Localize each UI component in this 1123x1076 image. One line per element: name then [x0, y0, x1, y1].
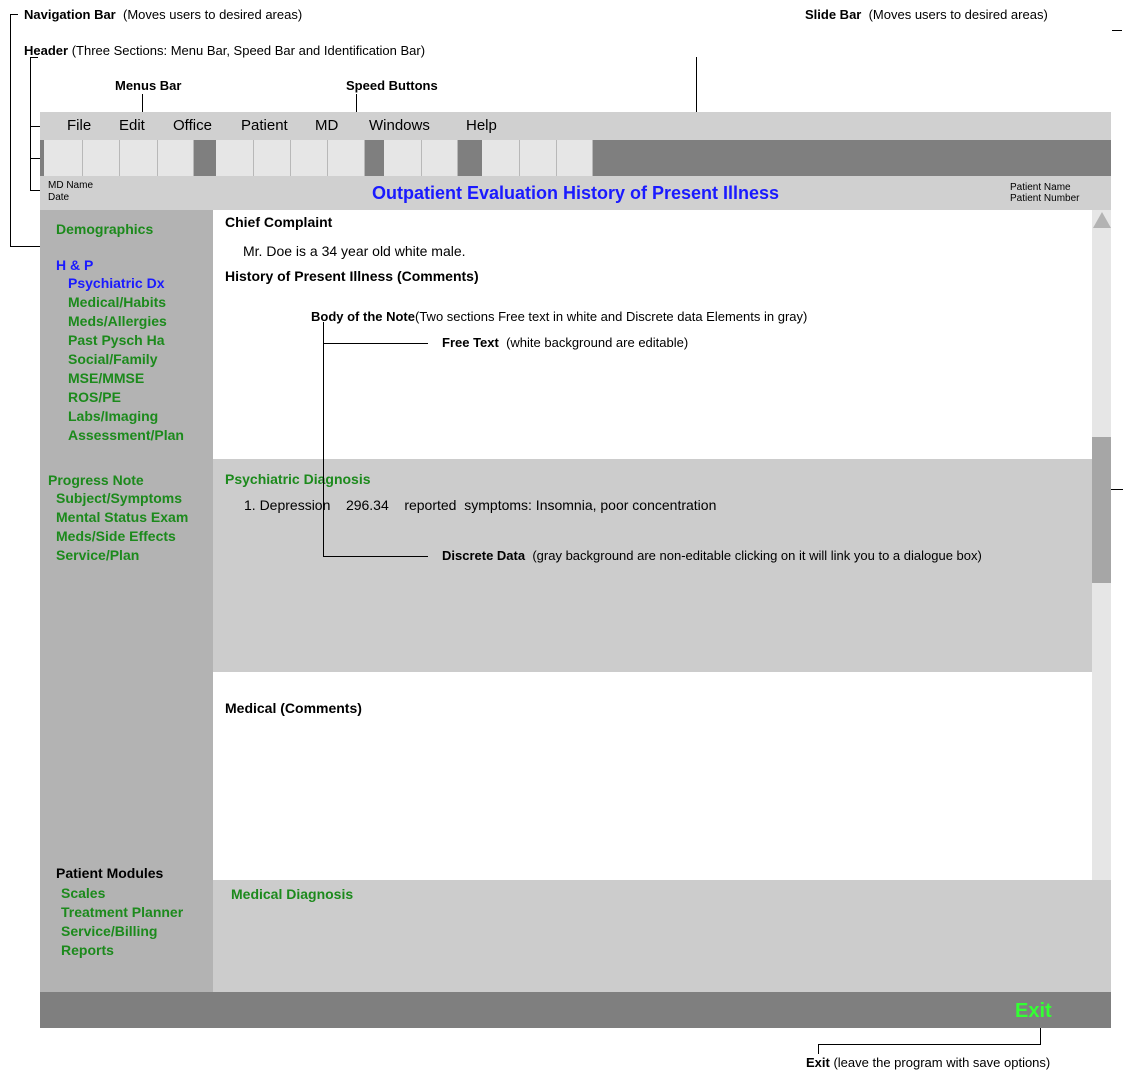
navigation-bar: Demographics H & P Psychiatric Dx Medica… [40, 210, 213, 992]
annotation-slide-bar: Slide Bar (Moves users to desired areas) [805, 7, 1048, 22]
annotation-exit: Exit (leave the program with save option… [806, 1055, 1051, 1070]
speed-button-1[interactable] [44, 140, 83, 176]
menu-help[interactable]: Help [466, 117, 497, 134]
annotation-free-text: Free Text (white background are editable… [442, 335, 689, 350]
scroll-up-arrow-icon[interactable] [1093, 212, 1111, 228]
speed-button-5[interactable] [216, 140, 254, 176]
chief-complaint-label: Chief Complaint [225, 214, 333, 230]
nav-demographics[interactable]: Demographics [56, 221, 153, 237]
nav-hp[interactable]: H & P [56, 257, 93, 273]
nav-psychiatric-dx[interactable]: Psychiatric Dx [68, 275, 165, 291]
nav-annotation-line [10, 14, 11, 247]
slide-bar-pointer [1112, 30, 1122, 31]
exit-pointer-tick [818, 1044, 819, 1054]
nav-reports[interactable]: Reports [61, 942, 114, 958]
nav-social-family[interactable]: Social/Family [68, 351, 157, 367]
menus-bar-pointer [142, 94, 143, 114]
discrete-data-pointer [323, 556, 428, 557]
speed-button-2[interactable] [83, 140, 120, 176]
nav-subject-symptoms[interactable]: Subject/Symptoms [56, 490, 182, 506]
nav-service-billing[interactable]: Service/Billing [61, 923, 157, 939]
speed-button-3[interactable] [120, 140, 158, 176]
nav-ros-pe[interactable]: ROS/PE [68, 389, 121, 405]
exit-pointer-horizontal [818, 1044, 1041, 1045]
header-annotation-line [30, 57, 31, 191]
nav-annotation-tick [10, 14, 18, 15]
discrete-data-psychiatric-dx[interactable] [213, 459, 1092, 672]
patient-number: Patient Number [1010, 193, 1080, 204]
menu-patient[interactable]: Patient [241, 117, 288, 134]
nav-scales[interactable]: Scales [61, 885, 105, 901]
speed-button-10[interactable] [422, 140, 458, 176]
nav-patient-modules: Patient Modules [56, 865, 164, 881]
speed-button-6[interactable] [254, 140, 291, 176]
menu-edit[interactable]: Edit [119, 117, 145, 134]
nav-meds-side-effects[interactable]: Meds/Side Effects [56, 528, 176, 544]
header-annotation-tick [30, 126, 40, 127]
hpi-label: History of Present Illness (Comments) [225, 268, 479, 284]
slide-bar-thumb[interactable] [1092, 437, 1111, 583]
exit-pointer [1040, 1028, 1041, 1045]
speed-button-9[interactable] [384, 140, 422, 176]
annotation-discrete-data: Discrete Data (gray background are non-e… [442, 548, 982, 563]
page-title: Outpatient Evaluation History of Present… [371, 183, 780, 203]
exit-button[interactable]: Exit [1015, 1000, 1052, 1023]
nav-progress-note[interactable]: Progress Note [48, 472, 144, 488]
nav-past-psych[interactable]: Past Pysch Ha [68, 332, 165, 348]
chief-complaint-text[interactable]: Mr. Doe is a 34 year old white male. [243, 243, 466, 259]
footer-bar [40, 992, 1111, 1028]
nav-mse-mmse[interactable]: MSE/MMSE [68, 370, 144, 386]
nav-meds-allergies[interactable]: Meds/Allergies [68, 313, 167, 329]
annotation-navigation-bar: Navigation Bar (Moves users to desired a… [24, 7, 303, 22]
annotation-speed-buttons: Speed Buttons [346, 78, 438, 93]
patient-name: Patient Name [1010, 182, 1071, 193]
body-note-annotation-line [323, 322, 324, 557]
nav-treatment-planner[interactable]: Treatment Planner [61, 904, 183, 920]
speed-button-12[interactable] [520, 140, 557, 176]
psychiatric-diagnosis-label: Psychiatric Diagnosis [225, 471, 371, 487]
nav-annotation-tick [10, 246, 40, 247]
nav-assessment-plan[interactable]: Assessment/Plan [68, 427, 184, 443]
annotation-menus-bar: Menus Bar [115, 78, 182, 93]
header-annotation-tick [30, 158, 40, 159]
menu-office[interactable]: Office [173, 117, 212, 134]
menu-windows[interactable]: Windows [369, 117, 430, 134]
nav-labs-imaging[interactable]: Labs/Imaging [68, 408, 158, 424]
medical-comments-label: Medical (Comments) [225, 700, 362, 716]
speed-button-11[interactable] [482, 140, 520, 176]
speed-bar [40, 140, 1111, 176]
nav-mental-status-exam[interactable]: Mental Status Exam [56, 509, 188, 525]
psychiatric-diagnosis-entry[interactable]: 1. Depression 296.34 reported symptoms: … [244, 497, 716, 513]
identification-bar: MD Name Date Outpatient Evaluation Histo… [40, 176, 1111, 210]
menu-md[interactable]: MD [315, 117, 338, 134]
menu-bar: File Edit Office Patient MD Windows Help [40, 112, 1111, 140]
speed-button-7[interactable] [291, 140, 328, 176]
annotation-header: Header (Three Sections: Menu Bar, Speed … [24, 43, 426, 58]
speed-button-13[interactable] [557, 140, 593, 176]
header-annotation-tick [30, 190, 40, 191]
menu-file[interactable]: File [67, 117, 91, 134]
medical-diagnosis-label: Medical Diagnosis [231, 886, 354, 902]
annotation-body-of-note: Body of the Note(Two sections Free text … [311, 309, 808, 324]
free-text-pointer [323, 343, 428, 344]
speed-button-8[interactable] [328, 140, 365, 176]
nav-service-plan[interactable]: Service/Plan [56, 547, 139, 563]
nav-medical-habits[interactable]: Medical/Habits [68, 294, 166, 310]
speed-button-4[interactable] [158, 140, 194, 176]
